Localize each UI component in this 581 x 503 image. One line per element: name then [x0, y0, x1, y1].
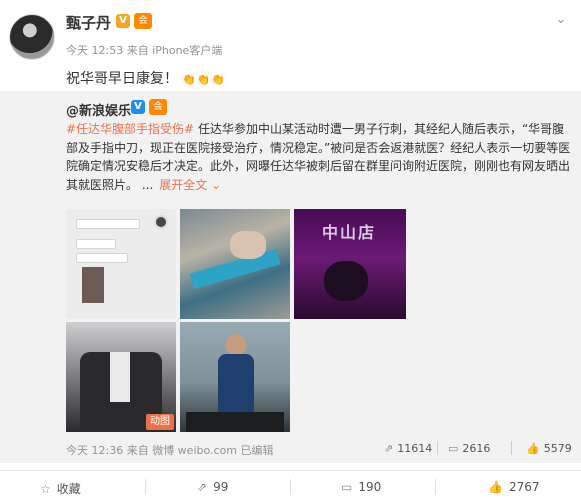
verified-badge-icon: V — [116, 14, 130, 28]
comment-count: 190 — [358, 480, 382, 494]
like-count-value: 5579 — [543, 442, 572, 455]
comment-icon: ▭ — [341, 480, 353, 494]
repost-text: #任达华腹部手指受伤# 任达华参加中山某活动时遭一男子行刺，其经纪人随后表示，“… — [66, 120, 571, 194]
repost-like-count[interactable]: 👍 5579 — [526, 442, 572, 455]
reposted-weibo[interactable]: @新浪娱乐 V 会 #任达华腹部手指受伤# 任达华参加中山某活动时遭一男子行刺，… — [0, 91, 581, 463]
image-thumb-chat-screenshot[interactable] — [66, 209, 176, 319]
repost-verified-badge-icon: V — [131, 100, 145, 114]
comment-button[interactable]: ▭ 190 — [341, 480, 381, 494]
repost-ellipsis: ... — [138, 177, 154, 192]
gif-badge: 动图 — [146, 414, 174, 430]
stage-amp — [186, 412, 284, 432]
singer-face — [226, 334, 246, 356]
comment-count-value: 2616 — [462, 442, 491, 455]
like-icon: 👍 — [526, 442, 540, 455]
divider — [435, 479, 436, 495]
chat-photo — [82, 267, 104, 303]
person-silhouette — [324, 261, 368, 301]
star-icon: ☆ — [40, 482, 51, 496]
author-name[interactable]: 甄子丹 — [66, 12, 111, 33]
favorite-button[interactable]: ☆ 收藏 — [40, 480, 81, 497]
comment-icon: ▭ — [448, 442, 459, 455]
favorite-label: 收藏 — [56, 482, 81, 496]
repost-count: 99 — [213, 480, 229, 494]
image-thumb-event-stage[interactable]: 中山店 — [294, 209, 406, 319]
chat-bubble — [76, 253, 128, 263]
repost-author-name[interactable]: @新浪娱乐 — [66, 100, 131, 119]
divider — [511, 441, 512, 455]
repost-count-value: 11614 — [397, 442, 433, 455]
like-button[interactable]: 👍 2767 — [488, 480, 540, 494]
patient — [230, 231, 266, 259]
post-text: 祝华哥早日康复！ — [66, 71, 178, 87]
action-bar: ☆ 收藏 ⇗ 99 ▭ 190 👍 2767 — [0, 470, 581, 503]
post-content: 祝华哥早日康复！ 👏👏👏 — [66, 68, 226, 88]
chat-bubble — [76, 239, 116, 249]
image-thumb-gif[interactable]: 动图 — [66, 322, 176, 432]
clap-emoji-icon: 👏👏👏 — [182, 73, 227, 86]
vip-badge-icon: 会 — [134, 13, 152, 29]
chat-bubble — [76, 219, 140, 229]
chevron-down-icon[interactable]: ⌄ — [552, 12, 570, 27]
person-shirt — [110, 352, 130, 402]
image-thumb-hospital-bed[interactable] — [180, 209, 290, 319]
weibo-post: 甄子丹 V 会 ⌄ 今天 12:53 来自 iPhone客户端 祝华哥早日康复！… — [0, 0, 581, 503]
author-avatar[interactable] — [9, 14, 55, 60]
repost-vip-badge-icon: 会 — [149, 99, 167, 115]
repost-button[interactable]: ⇗ 99 — [197, 480, 228, 494]
stage-sign: 中山店 — [322, 223, 377, 242]
divider — [145, 479, 146, 495]
post-meta: 今天 12:53 来自 iPhone客户端 — [66, 44, 223, 57]
hashtag-link[interactable]: #任达华腹部手指受伤# — [66, 122, 194, 136]
like-icon: 👍 — [488, 480, 503, 494]
expand-full-text-link[interactable]: 展开全文 ⌄ — [159, 178, 221, 192]
repost-icon: ⇗ — [384, 442, 394, 455]
like-count: 2767 — [508, 480, 540, 494]
repost-footer: 今天 12:36 来自 微博 weibo.com 已编辑 — [66, 444, 274, 457]
repost-comment-count[interactable]: ▭ 2616 — [448, 442, 490, 455]
repost-icon: ⇗ — [197, 480, 208, 494]
repost-repost-count[interactable]: ⇗ 11614 — [384, 442, 432, 455]
divider — [437, 441, 438, 455]
divider — [290, 479, 291, 495]
image-thumb-singer[interactable] — [180, 322, 290, 432]
record-icon — [154, 215, 168, 229]
